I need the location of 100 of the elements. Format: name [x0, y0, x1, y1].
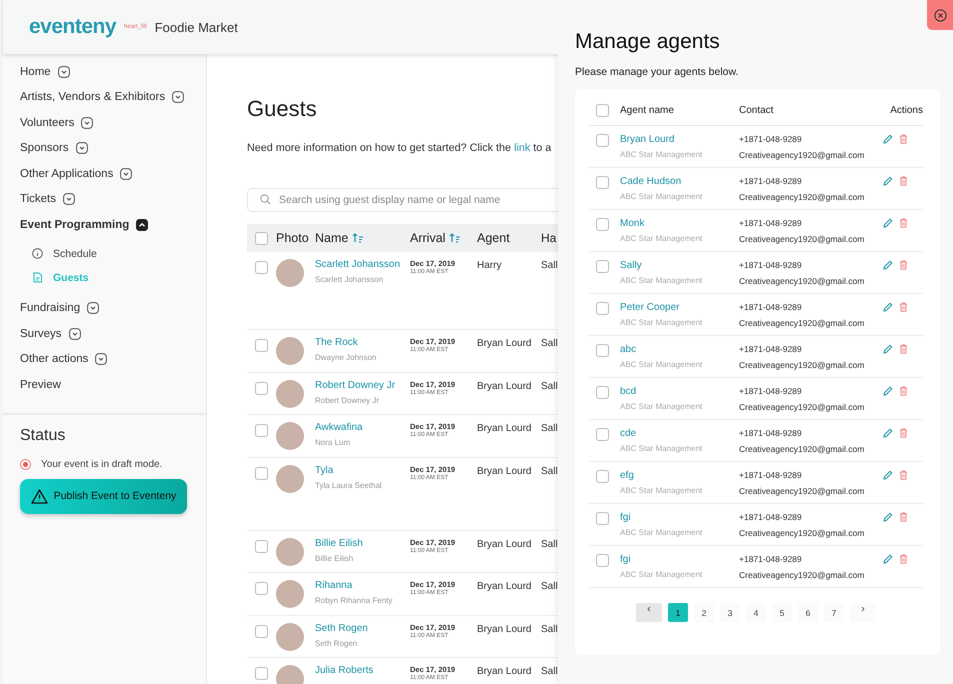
- chevron-down-icon[interactable]: [68, 328, 81, 340]
- page-button[interactable]: 2: [694, 603, 714, 622]
- page-button[interactable]: 1: [668, 603, 688, 622]
- nav-item[interactable]: Sponsors: [20, 142, 69, 154]
- nav-item[interactable]: Event Programming: [20, 218, 130, 231]
- nav-item[interactable]: Other Applications: [20, 168, 114, 180]
- edit-icon[interactable]: [883, 134, 893, 144]
- row-checkbox[interactable]: [255, 382, 268, 394]
- agent-name-link[interactable]: fgi: [620, 554, 739, 565]
- agent-name-link[interactable]: bcd: [620, 386, 739, 397]
- delete-icon[interactable]: [899, 260, 908, 270]
- row-checkbox[interactable]: [596, 428, 609, 441]
- publish-button[interactable]: Publish Event to Eventeny: [20, 478, 187, 514]
- guest-name-link[interactable]: Julia Roberts: [315, 665, 374, 676]
- delete-icon[interactable]: [899, 512, 908, 522]
- agent-name-link[interactable]: Peter Cooper: [620, 302, 739, 313]
- page-button[interactable]: 4: [746, 603, 766, 622]
- select-all-checkbox[interactable]: [596, 104, 609, 116]
- agent-name-link[interactable]: Sally: [620, 260, 739, 271]
- next-page-button[interactable]: ›: [850, 603, 876, 622]
- row-checkbox[interactable]: [255, 466, 268, 480]
- delete-icon[interactable]: [899, 302, 908, 312]
- row-checkbox[interactable]: [255, 261, 268, 274]
- sort-icon[interactable]: [449, 233, 462, 243]
- sort-icon[interactable]: [352, 233, 364, 243]
- edit-icon[interactable]: [883, 512, 893, 522]
- nav-item[interactable]: Tickets: [20, 193, 56, 206]
- nav-item[interactable]: Fundraising: [20, 302, 80, 314]
- guest-name-link[interactable]: The Rock: [315, 337, 376, 348]
- chevron-down-icon[interactable]: [87, 302, 100, 314]
- edit-icon[interactable]: [883, 302, 893, 312]
- guest-name-link[interactable]: Scarlett Johansson: [315, 259, 400, 270]
- page-button[interactable]: 7: [824, 603, 844, 622]
- row-checkbox[interactable]: [596, 134, 609, 147]
- select-all-checkbox[interactable]: [255, 232, 268, 244]
- agent-name-link[interactable]: efg: [620, 470, 739, 481]
- chevron-down-icon[interactable]: [63, 193, 75, 206]
- guest-name-link[interactable]: Robert Downey Jr: [315, 380, 396, 390]
- chevron-down-icon[interactable]: [95, 353, 108, 366]
- nav-item[interactable]: Other actions: [20, 353, 88, 366]
- delete-icon[interactable]: [899, 134, 908, 144]
- edit-icon[interactable]: [883, 470, 893, 480]
- row-checkbox[interactable]: [255, 540, 268, 552]
- chevron-down-icon[interactable]: [120, 168, 132, 180]
- guest-name-link[interactable]: Tyla: [315, 464, 382, 476]
- edit-icon[interactable]: [883, 386, 893, 396]
- agent-name-link[interactable]: abc: [620, 344, 739, 355]
- chevron-down-icon[interactable]: [76, 142, 88, 154]
- agent-name-link[interactable]: fgi: [620, 512, 739, 523]
- nav-item[interactable]: Artists, Vendors & Exhibitors: [20, 91, 166, 104]
- delete-icon[interactable]: [899, 218, 908, 228]
- guest-name-link[interactable]: Seth Rogen: [315, 622, 368, 634]
- row-checkbox[interactable]: [596, 218, 609, 231]
- edit-icon[interactable]: [883, 218, 893, 228]
- agent-name-link[interactable]: Cade Hudson: [620, 176, 739, 187]
- guest-name-link[interactable]: Rihanna: [315, 580, 392, 591]
- edit-icon[interactable]: [883, 554, 893, 564]
- row-checkbox[interactable]: [255, 667, 268, 680]
- chevron-down-icon[interactable]: [81, 116, 94, 129]
- page-button[interactable]: 3: [720, 603, 740, 622]
- agent-name-link[interactable]: cde: [620, 428, 739, 439]
- column-header[interactable]: Name: [315, 231, 348, 245]
- page-button[interactable]: 5: [772, 603, 792, 622]
- row-checkbox[interactable]: [596, 176, 609, 189]
- agent-name-link[interactable]: Bryan Lourd: [620, 134, 739, 145]
- row-checkbox[interactable]: [596, 344, 609, 357]
- chevron-down-icon[interactable]: [58, 66, 70, 78]
- edit-icon[interactable]: [883, 428, 893, 438]
- edit-icon[interactable]: [883, 344, 893, 354]
- delete-icon[interactable]: [899, 428, 908, 438]
- agent-name-link[interactable]: Monk: [620, 218, 739, 229]
- row-checkbox[interactable]: [596, 260, 609, 273]
- column-header[interactable]: Arrival: [410, 231, 446, 245]
- row-checkbox[interactable]: [255, 582, 268, 595]
- row-checkbox[interactable]: [596, 386, 609, 399]
- close-button[interactable]: [927, 0, 953, 30]
- page-button[interactable]: 6: [798, 603, 818, 622]
- row-checkbox[interactable]: [596, 302, 609, 315]
- chevron-up-icon[interactable]: [136, 218, 148, 231]
- search-field[interactable]: Search using guest display name or legal name: [247, 188, 558, 212]
- guest-name-link[interactable]: Awkwafina: [315, 422, 363, 433]
- edit-icon[interactable]: [883, 260, 893, 270]
- row-checkbox[interactable]: [596, 470, 609, 483]
- nav-item[interactable]: Volunteers: [20, 116, 74, 129]
- delete-icon[interactable]: [899, 554, 908, 564]
- row-checkbox[interactable]: [596, 512, 609, 525]
- delete-icon[interactable]: [899, 386, 908, 396]
- row-checkbox[interactable]: [255, 339, 268, 352]
- nav-item[interactable]: Home: [20, 66, 51, 78]
- nav-item[interactable]: Surveys: [20, 328, 62, 340]
- sub-nav-item[interactable]: Schedule: [32, 242, 206, 266]
- edit-icon[interactable]: [883, 176, 893, 186]
- delete-icon[interactable]: [899, 470, 908, 480]
- row-checkbox[interactable]: [255, 424, 268, 437]
- chevron-down-icon[interactable]: [172, 91, 184, 104]
- guest-name-link[interactable]: Billie Eilish: [315, 538, 363, 548]
- delete-icon[interactable]: [899, 344, 908, 354]
- close-icon[interactable]: [934, 8, 946, 22]
- row-checkbox[interactable]: [596, 554, 609, 567]
- nav-item[interactable]: Preview: [20, 378, 61, 391]
